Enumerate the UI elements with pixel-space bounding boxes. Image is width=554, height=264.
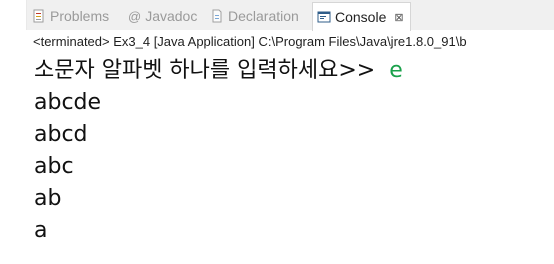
tab-console[interactable]: Console ⊠ <box>312 2 411 31</box>
console-prompt: 소문자 알파벳 하나를 입력하세요>> <box>34 58 376 83</box>
tab-problems[interactable]: Problems <box>32 4 109 28</box>
console-output[interactable]: 소문자 알파벳 하나를 입력하세요>> e abcde abcd abc ab a <box>34 55 554 247</box>
javadoc-icon: @ <box>128 8 142 24</box>
console-line: abc <box>34 154 74 179</box>
console-line: abcd <box>34 122 88 147</box>
console-prompt-line: 소문자 알파벳 하나를 입력하세요>> e <box>34 55 554 87</box>
console-line: abcde <box>34 90 102 115</box>
divider <box>26 30 27 264</box>
declaration-icon <box>210 9 224 23</box>
console-line: a <box>34 218 48 243</box>
tab-javadoc[interactable]: @ Javadoc <box>128 4 197 28</box>
console-icon <box>317 10 331 24</box>
tab-label: Declaration <box>228 8 299 24</box>
console-view: Problems @ Javadoc Declaration Console ⊠… <box>0 0 554 264</box>
tab-bar: Problems @ Javadoc Declaration Console ⊠ <box>27 0 554 31</box>
tab-declaration[interactable]: Declaration <box>210 4 299 28</box>
tab-label: Console <box>335 9 387 25</box>
left-gutter <box>0 0 27 264</box>
problems-icon <box>32 9 46 23</box>
tab-label: Problems <box>50 8 110 24</box>
console-user-input: e <box>389 58 403 83</box>
console-line: ab <box>34 186 62 211</box>
close-icon[interactable]: ⊠ <box>394 11 403 24</box>
process-status: <terminated> Ex3_4 [Java Application] C:… <box>33 34 467 49</box>
tab-label: Javadoc <box>145 8 198 24</box>
